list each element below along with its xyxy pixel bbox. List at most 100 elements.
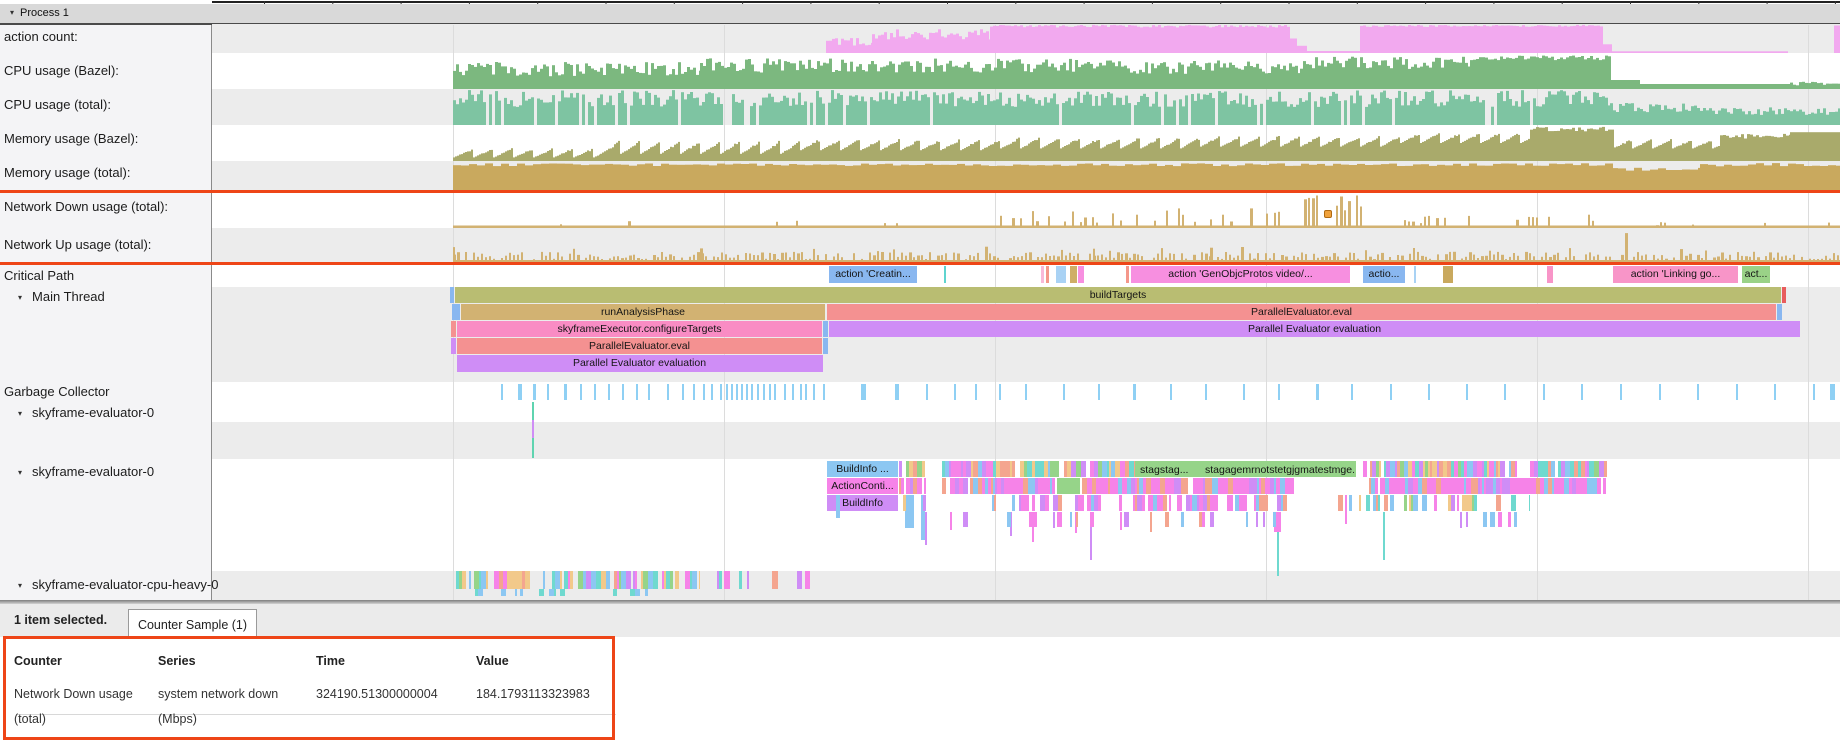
flame-stripe[interactable] — [924, 478, 926, 494]
flame-stripe[interactable] — [1474, 495, 1477, 511]
evaluator-drip[interactable] — [1383, 512, 1385, 560]
flame-stripe[interactable] — [942, 478, 946, 494]
flame-stripe[interactable] — [613, 589, 617, 596]
flame-stripe[interactable] — [1243, 495, 1247, 511]
flame-stripe[interactable] — [1058, 495, 1062, 511]
gc-event-tick[interactable] — [667, 384, 669, 400]
main-thread-slice-parallelevaluator-eval[interactable]: ParallelEvaluator.eval — [827, 304, 1776, 320]
gc-event-tick[interactable] — [622, 384, 624, 400]
track-label-main-thread[interactable]: ▾Main Thread — [4, 289, 105, 304]
flame-stripe[interactable] — [1202, 512, 1205, 527]
gc-event-tick[interactable] — [501, 384, 503, 400]
flame-stripe[interactable] — [1081, 461, 1086, 477]
flame-stripe[interactable] — [1366, 495, 1370, 511]
flame-stripe[interactable] — [1483, 512, 1487, 527]
flame-stripe[interactable] — [515, 589, 517, 596]
flame-stripe[interactable] — [675, 571, 679, 589]
track-label-skyframe-evaluator-cpu-heavy-0[interactable]: ▾skyframe-evaluator-cpu-heavy-0 — [4, 577, 218, 592]
gc-event-tick[interactable] — [813, 384, 815, 400]
critical-path-slice-action-linking-go[interactable]: action 'Linking go... — [1613, 266, 1738, 283]
counter-track-net-down[interactable] — [212, 193, 1840, 228]
flame-stripe[interactable] — [1054, 478, 1055, 494]
flame-stripe[interactable] — [635, 571, 637, 589]
flame-stripe[interactable] — [901, 478, 904, 494]
flame-stripe[interactable] — [1134, 461, 1135, 477]
gc-event-tick[interactable] — [1620, 384, 1622, 400]
flame-stripe[interactable] — [1012, 495, 1015, 511]
critical-path-slice-act[interactable]: act... — [1742, 266, 1770, 283]
evaluator-0-event-line[interactable] — [532, 402, 534, 420]
evaluator-slice-actionconti[interactable]: ActionConti... — [827, 478, 898, 494]
evaluator-drip[interactable] — [1150, 512, 1152, 532]
flame-stripe[interactable] — [1012, 461, 1015, 477]
flame-stripe[interactable] — [1500, 461, 1505, 477]
gc-event-tick[interactable] — [1466, 384, 1468, 400]
gc-event-tick[interactable] — [1659, 384, 1661, 400]
gc-event-tick[interactable] — [823, 384, 825, 400]
critical-path-slice-sliver[interactable] — [1056, 266, 1066, 283]
flame-stripe[interactable] — [560, 571, 562, 589]
critical-path-slice-sliver[interactable] — [1041, 266, 1044, 283]
main-thread-slice-sliver[interactable] — [450, 287, 454, 303]
flame-stripe[interactable] — [539, 589, 544, 596]
flame-stripe[interactable] — [1210, 512, 1214, 527]
counter-track-cpu-total[interactable] — [212, 89, 1840, 125]
evaluator-slice-buildinfo[interactable]: BuildInfo ... — [827, 461, 898, 477]
evaluator-drip[interactable] — [1345, 495, 1347, 524]
gc-event-tick[interactable] — [1736, 384, 1738, 400]
gc-event-tick[interactable] — [769, 384, 771, 400]
gc-event-tick[interactable] — [1316, 384, 1319, 400]
flame-stripe[interactable] — [1215, 495, 1218, 511]
flame-stripe[interactable] — [1379, 461, 1381, 477]
gc-event-tick[interactable] — [895, 384, 899, 400]
flame-stripe[interactable] — [1375, 478, 1378, 494]
gc-event-tick[interactable] — [1697, 384, 1699, 400]
table-cell[interactable]: 184.1793113323983 — [476, 682, 626, 707]
gc-event-tick[interactable] — [594, 384, 596, 400]
flame-stripe[interactable] — [903, 495, 906, 511]
main-thread-slice-sliver[interactable] — [451, 321, 456, 337]
gc-event-tick[interactable] — [608, 384, 610, 400]
critical-path-slice-action-creatin[interactable]: action 'Creatin... — [829, 266, 917, 283]
flame-stripe[interactable] — [1165, 512, 1169, 527]
critical-path-slice-sliver[interactable] — [1443, 266, 1453, 283]
flame-stripe[interactable] — [670, 571, 673, 589]
flame-stripe[interactable] — [1384, 495, 1388, 511]
critical-path-slice-actio[interactable]: actio... — [1363, 266, 1405, 283]
flame-stripe[interactable] — [1363, 461, 1367, 477]
gc-event-tick[interactable] — [636, 384, 638, 400]
gc-event-tick[interactable] — [1390, 384, 1392, 400]
critical-path-slice-action-genobjcprotos-video[interactable]: action 'GenObjcProtos video/... — [1131, 266, 1350, 283]
gc-event-tick[interactable] — [926, 384, 928, 400]
flame-stripe[interactable] — [1422, 495, 1427, 511]
main-thread-slice-sliver[interactable] — [452, 304, 460, 320]
counter-track-net-up[interactable] — [212, 228, 1840, 262]
gc-event-tick[interactable] — [757, 384, 759, 400]
gc-event-tick[interactable] — [547, 384, 549, 400]
gc-event-tick[interactable] — [975, 384, 977, 400]
flame-stripe[interactable] — [527, 571, 530, 589]
counter-track-action-count[interactable] — [212, 24, 1840, 53]
flame-stripe[interactable] — [608, 571, 610, 589]
track-band[interactable] — [212, 422, 1840, 459]
flame-stripe[interactable] — [1229, 495, 1233, 511]
counter-track-cpu-bazel[interactable] — [212, 53, 1840, 89]
evaluator-0-event-line[interactable] — [532, 438, 534, 458]
critical-path-slice-sliver[interactable] — [1126, 266, 1129, 283]
flame-stripe[interactable] — [1082, 495, 1084, 511]
main-thread-slice-parallel-evaluator-evaluation[interactable]: Parallel Evaluator evaluation — [457, 355, 822, 372]
gc-event-tick[interactable] — [1205, 384, 1207, 400]
flame-stripe[interactable] — [1451, 495, 1455, 511]
flame-stripe[interactable] — [1349, 495, 1352, 511]
selected-sample-marker[interactable] — [1324, 210, 1332, 218]
main-thread-slice-skyframeexecutor-configuretargets[interactable]: skyframeExecutor.configureTargets — [457, 321, 822, 337]
flame-stripe[interactable] — [1466, 512, 1468, 527]
gc-event-tick[interactable] — [1428, 384, 1430, 400]
gc-event-tick[interactable] — [861, 384, 866, 400]
flame-stripe[interactable] — [1054, 461, 1059, 477]
flame-stripe[interactable] — [917, 478, 922, 494]
flame-stripe[interactable] — [635, 589, 640, 596]
flame-stripe[interactable] — [560, 589, 565, 596]
evaluator-0-event-line[interactable] — [532, 420, 534, 438]
flame-stripe[interactable] — [1490, 512, 1495, 527]
